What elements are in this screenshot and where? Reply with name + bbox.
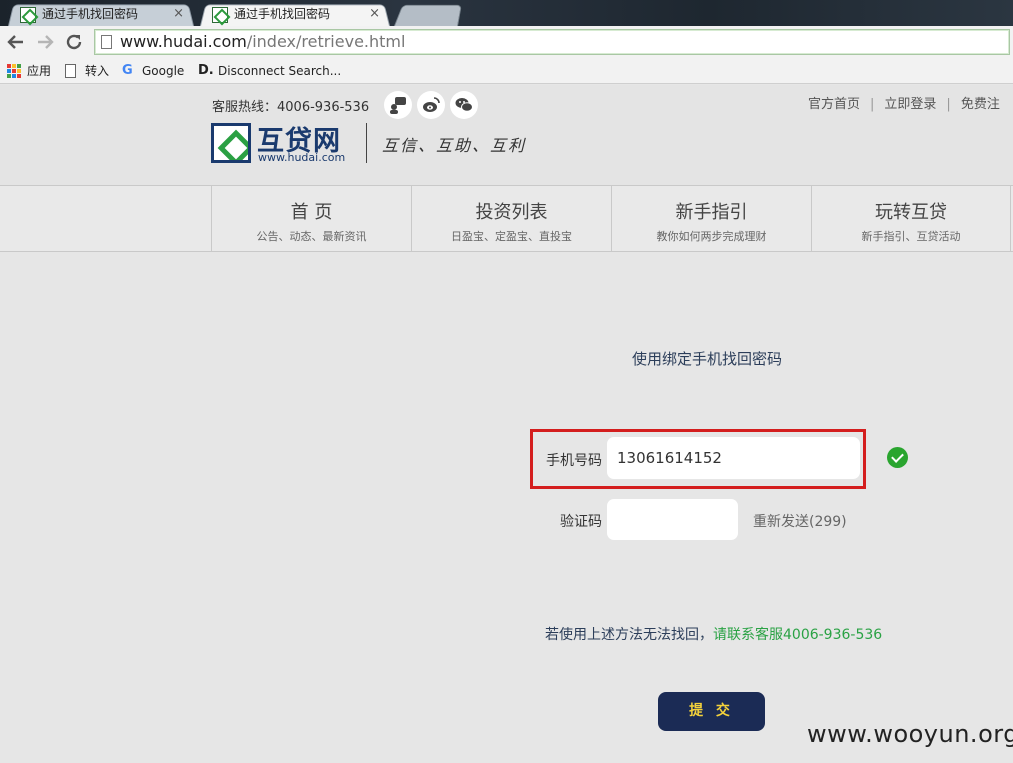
bookmark-label: 应用 xyxy=(27,64,52,78)
nav-subtitle: 日盈宝、定盈宝、直投宝 xyxy=(451,230,572,243)
disconnect-icon: D. xyxy=(198,63,214,78)
reload-icon[interactable] xyxy=(62,30,86,54)
logo-url: www.hudai.com xyxy=(258,151,346,164)
watermark-text: www.wooyun.org xyxy=(807,720,1013,748)
apps-grid-icon xyxy=(7,64,21,78)
bookmark-label: Disconnect Search... xyxy=(218,64,342,78)
chat-icon[interactable] xyxy=(384,91,412,119)
home-link[interactable]: 官方首页 xyxy=(808,97,860,112)
page-icon xyxy=(101,35,112,49)
browser-tab-2-active[interactable]: 通过手机找回密码 × xyxy=(200,3,390,26)
tab-close-icon[interactable]: × xyxy=(369,3,380,25)
back-arrow-icon[interactable] xyxy=(4,30,28,54)
nav-subtitle: 新手指引、互贷活动 xyxy=(861,230,961,243)
site-header: 客服热线：4006-936-536 官方首页 | 立即登录 | 免费注 互贷网 www.… xyxy=(0,85,1013,185)
nav-item-home[interactable]: 首 页 公告、动态、最新资讯 xyxy=(211,186,411,251)
logo-mark-icon xyxy=(211,123,251,163)
browser-toolbar: www.hudai.com/index/retrieve.html xyxy=(0,26,1013,58)
nav-title: 新手指引 xyxy=(675,202,748,223)
bookmark-disconnect[interactable]: D. Disconnect Search... xyxy=(198,62,341,80)
check-circle-icon xyxy=(887,447,908,468)
hudai-favicon-icon xyxy=(20,7,36,23)
verification-code-input[interactable] xyxy=(607,499,738,540)
bookmark-label: Google xyxy=(142,64,185,78)
nav-item-newbie-guide[interactable]: 新手指引 教你如何两步完成理财 xyxy=(611,186,811,251)
login-link[interactable]: 立即登录 xyxy=(884,97,936,112)
contact-service-link[interactable]: 请联系客服4006-936-536 xyxy=(713,627,882,643)
help-prefix: 若使用上述方法无法找回， xyxy=(545,627,713,643)
submit-button[interactable]: 提 交 xyxy=(658,692,765,731)
slogan: 互信、互助、互利 xyxy=(382,136,527,155)
nav-subtitle: 公告、动态、最新资讯 xyxy=(256,230,367,243)
url-domain: www.hudai.com xyxy=(120,32,247,51)
bookmark-apps[interactable]: 应用 xyxy=(7,62,51,80)
nav-item-play-hudai[interactable]: 玩转互贷 新手指引、互贷活动 xyxy=(811,186,1011,251)
browser-tab-1[interactable]: 通过手机找回密码 × xyxy=(8,3,194,26)
register-link[interactable]: 免费注 xyxy=(961,97,1000,112)
main-navigation: 首 页 公告、动态、最新资讯 投资列表 日盈宝、定盈宝、直投宝 新手指引 教你如… xyxy=(0,185,1013,252)
browser-tab-strip: 通过手机找回密码 × 通过手机找回密码 × xyxy=(0,0,1013,26)
bookmarks-bar: 应用 转入 G Google D. Disconnect Search... xyxy=(0,58,1013,84)
separator: | xyxy=(946,97,951,112)
bookmark-transfer[interactable]: 转入 xyxy=(65,62,109,80)
address-bar[interactable]: www.hudai.com/index/retrieve.html xyxy=(94,29,1010,55)
nav-subtitle: 教你如何两步完成理财 xyxy=(656,230,767,243)
tab-title: 通过手机找回密码 xyxy=(42,7,139,21)
site-logo[interactable]: 互贷网 www.hudai.com xyxy=(211,123,356,165)
top-links: 官方首页 | 立即登录 | 免费注 xyxy=(808,93,1000,112)
google-icon: G xyxy=(122,63,133,78)
hudai-favicon-icon xyxy=(212,7,228,23)
nav-title: 投资列表 xyxy=(475,202,548,223)
separator: | xyxy=(870,97,875,112)
service-hotline: 客服热线：4006-936-536 xyxy=(212,100,370,115)
new-tab-button[interactable] xyxy=(394,3,462,26)
document-icon xyxy=(65,64,76,78)
tab-shape xyxy=(394,4,462,26)
nav-item-invest-list[interactable]: 投资列表 日盈宝、定盈宝、直投宝 xyxy=(411,186,611,251)
resend-code-button[interactable]: 重新发送(299) xyxy=(753,511,847,531)
logo-divider xyxy=(366,123,367,163)
nav-title: 首 页 xyxy=(290,202,333,223)
wechat-icon[interactable] xyxy=(450,91,478,119)
tab-close-icon[interactable]: × xyxy=(173,3,184,25)
form-heading: 使用绑定手机找回密码 xyxy=(632,350,783,368)
tab-title: 通过手机找回密码 xyxy=(234,7,331,21)
nav-title: 玩转互贷 xyxy=(875,202,947,223)
phone-input[interactable]: 13061614152 xyxy=(607,437,860,479)
bookmark-google[interactable]: G Google xyxy=(122,62,184,80)
url-path: /index/retrieve.html xyxy=(246,32,406,51)
forward-arrow-icon[interactable] xyxy=(33,30,57,54)
phone-label: 手机号码 xyxy=(546,453,602,469)
weibo-icon[interactable] xyxy=(417,91,445,119)
verification-code-label: 验证码 xyxy=(560,514,602,530)
help-text: 若使用上述方法无法找回，请联系客服4006-936-536 xyxy=(545,624,882,644)
bookmark-label: 转入 xyxy=(85,64,110,78)
